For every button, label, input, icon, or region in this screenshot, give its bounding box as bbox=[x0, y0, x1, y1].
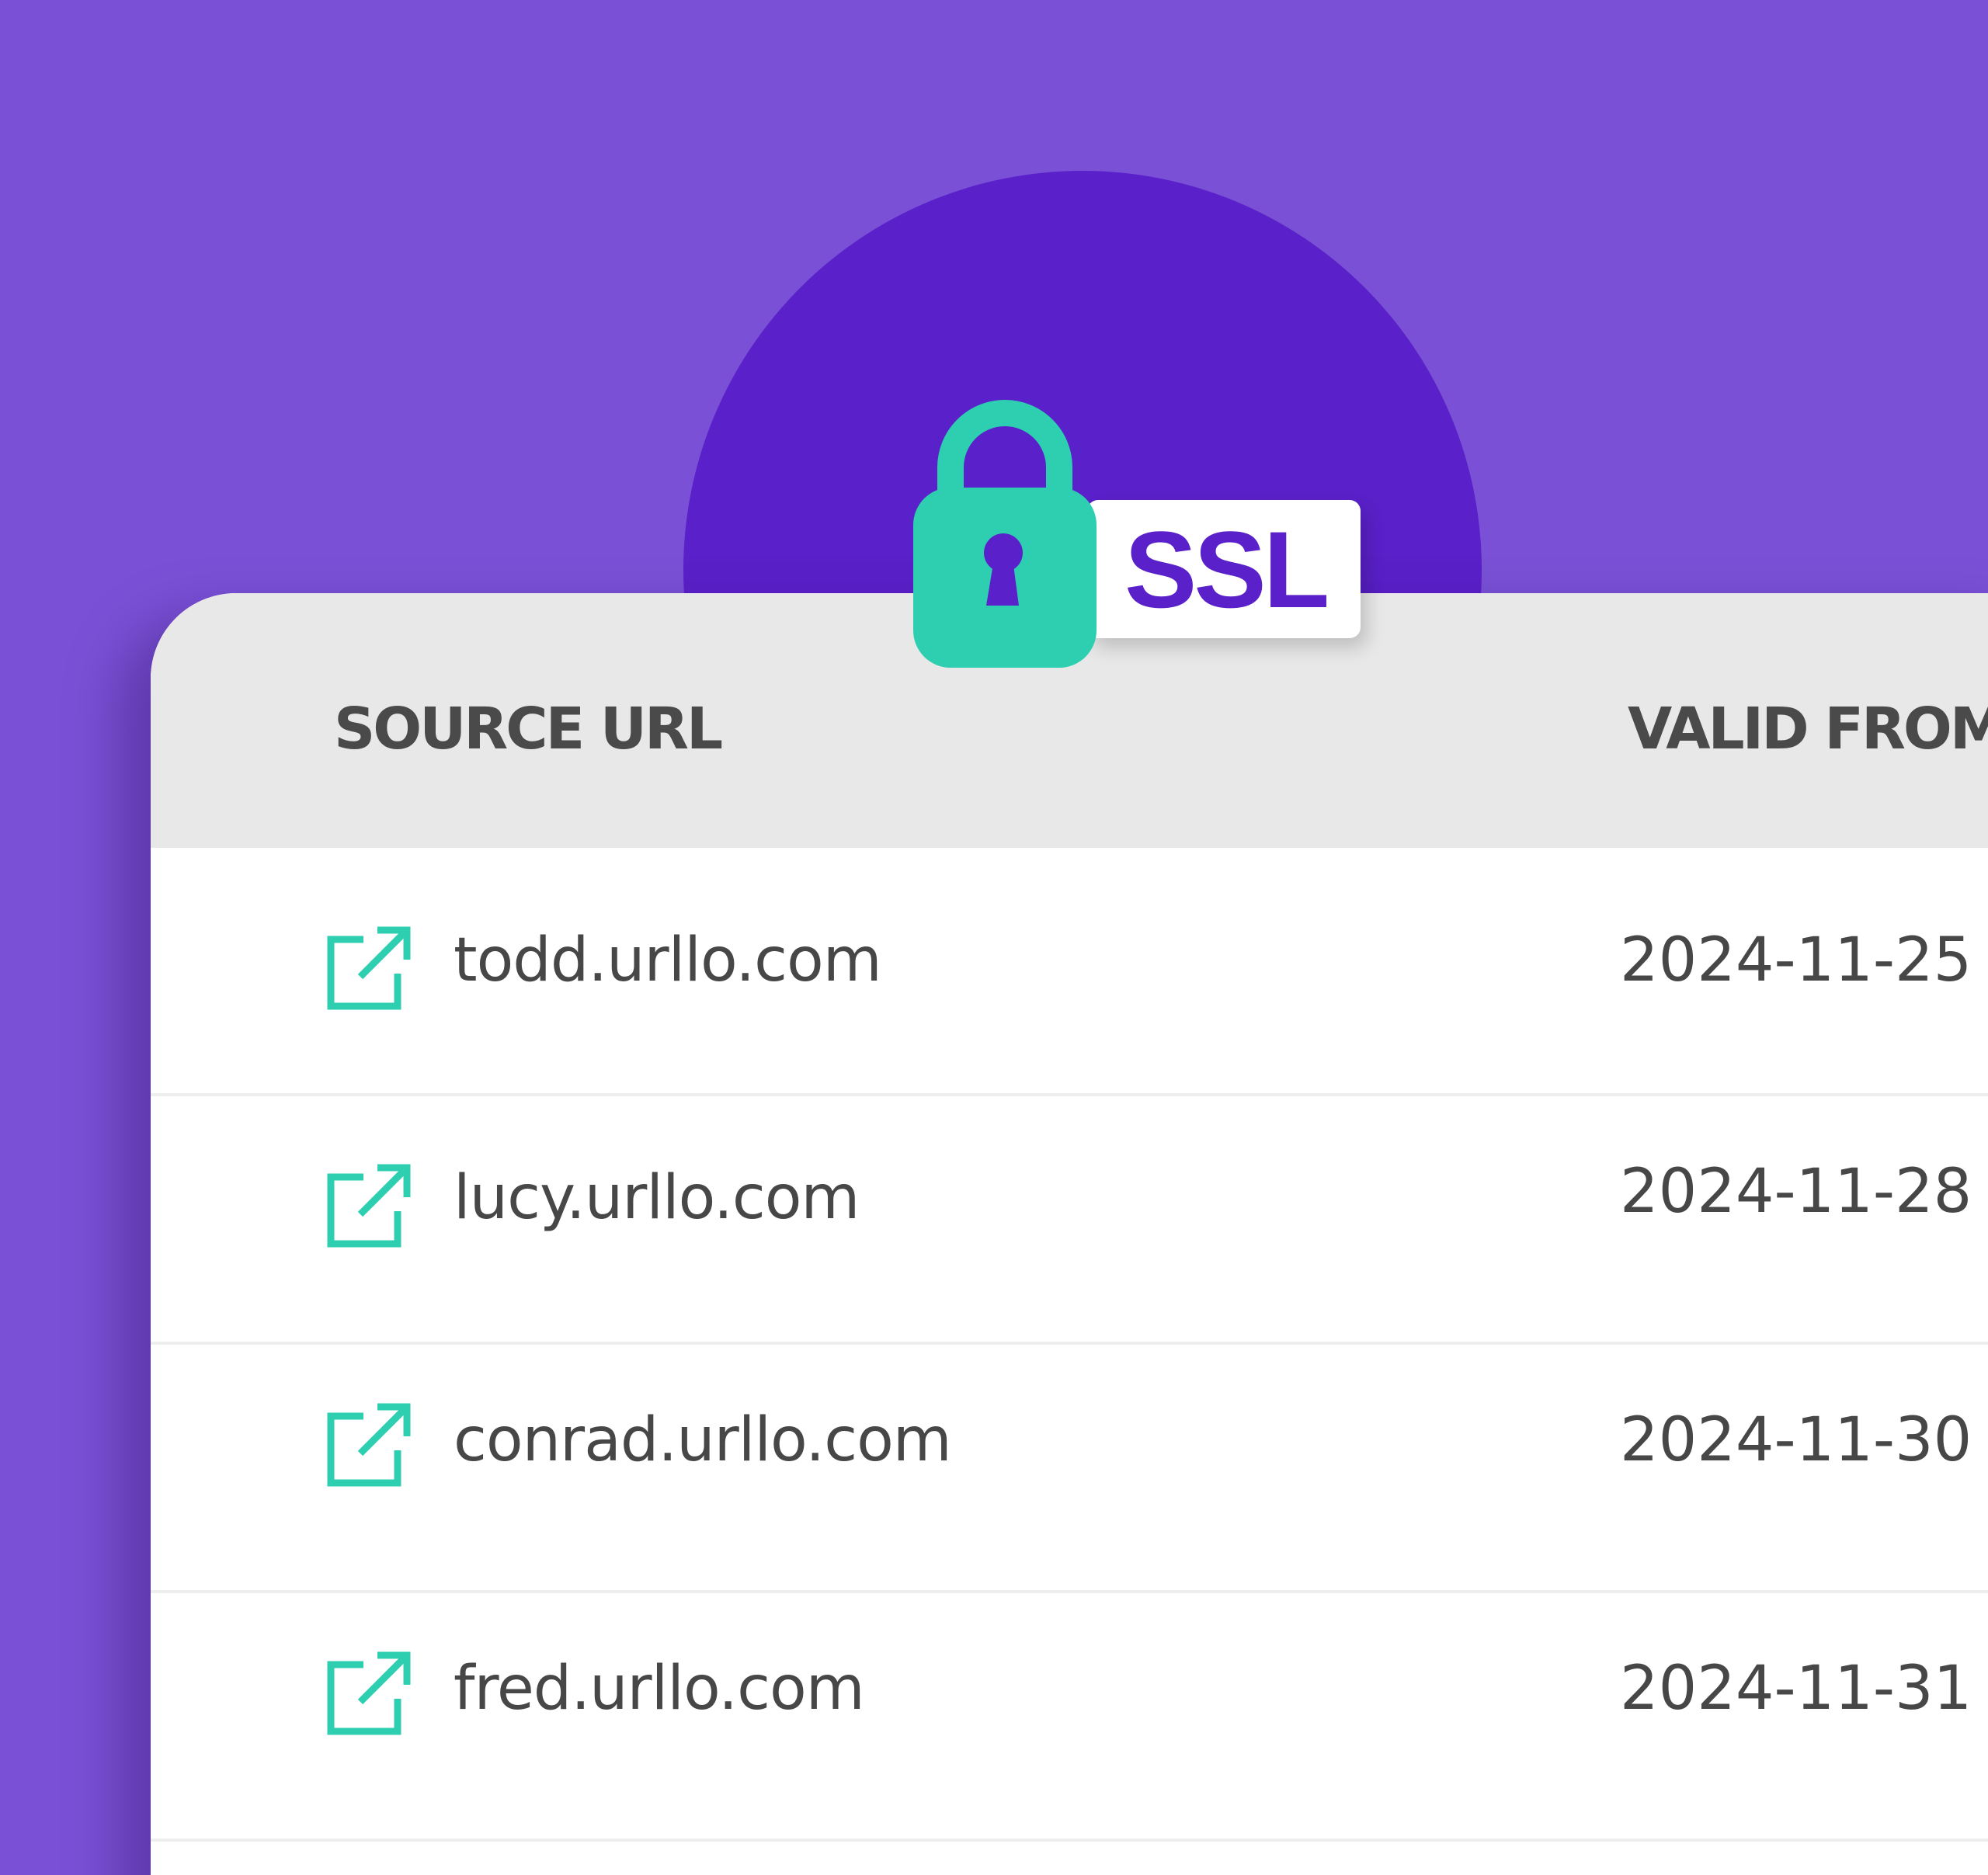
valid-from-date: 2024-11-25 bbox=[1620, 925, 1972, 995]
valid-from-date: 2024-11-30 bbox=[1620, 1405, 1972, 1475]
column-header-source-url[interactable]: SOURCE URL bbox=[334, 696, 723, 762]
table-row[interactable]: conrad.urllo.com 2024-11-30 bbox=[151, 1345, 1988, 1593]
ssl-table-card: SOURCE URL VALID FROM todd.urllo.com 202… bbox=[151, 593, 1988, 1875]
ssl-badge: SSL bbox=[1087, 500, 1361, 638]
valid-from-date: 2024-11-31 bbox=[1620, 1654, 1972, 1724]
column-header-valid-from[interactable]: VALID FROM bbox=[1628, 696, 1988, 762]
valid-from-date: 2024-11-28 bbox=[1620, 1157, 1972, 1227]
table-row[interactable]: lucy.urllo.com 2024-11-28 bbox=[151, 1096, 1988, 1345]
external-link-icon[interactable] bbox=[326, 925, 412, 1011]
external-link-icon[interactable] bbox=[326, 1402, 412, 1488]
source-url[interactable]: todd.urllo.com bbox=[454, 925, 882, 995]
source-url[interactable]: conrad.urllo.com bbox=[454, 1405, 952, 1475]
external-link-icon[interactable] bbox=[326, 1163, 412, 1248]
ssl-badge-label: SSL bbox=[1124, 509, 1329, 630]
table-row[interactable]: fred.urllo.com 2024-11-31 bbox=[151, 1593, 1988, 1842]
source-url[interactable]: fred.urllo.com bbox=[454, 1654, 865, 1724]
external-link-icon[interactable] bbox=[326, 1651, 412, 1736]
source-url[interactable]: lucy.urllo.com bbox=[454, 1163, 860, 1233]
padlock-icon bbox=[913, 400, 1097, 668]
table-row[interactable]: todd.urllo.com 2024-11-25 bbox=[151, 848, 1988, 1096]
